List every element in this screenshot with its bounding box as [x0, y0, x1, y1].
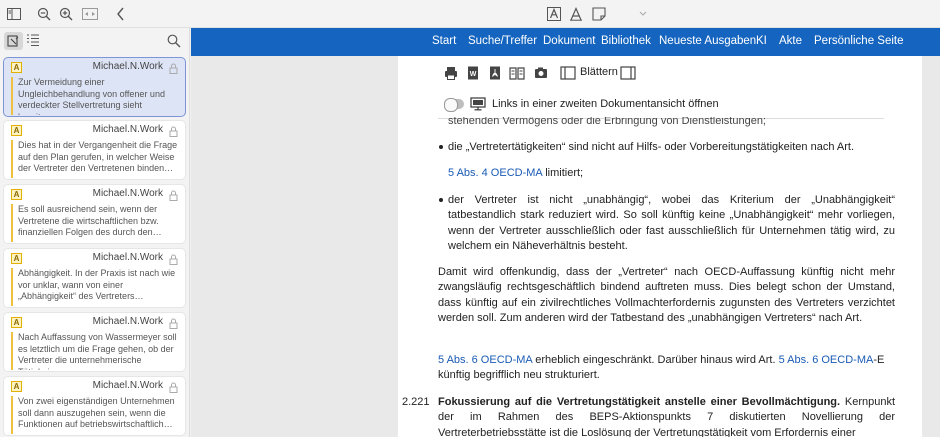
annotation-card[interactable]: A Michael.N.Work Zur Vermeidung einer Ungl… [3, 57, 186, 117]
annotation-excerpt: Abhängigkeit. In der Praxis ist nach wie… [11, 268, 179, 306]
annotation-excerpt: Nach Auffassung von Wassermeyer soll es … [11, 332, 179, 370]
document-page: W Blättern Links in einer zweiten Dokume… [398, 56, 922, 437]
monitor-icon [470, 97, 486, 111]
article-link[interactable]: 5 Abs. 6 OECD-MA [779, 354, 874, 366]
section-number: 2.221 [402, 396, 430, 408]
bullet-item-1-continuation: 5 Abs. 4 OECD-MA limitiert; [448, 166, 888, 181]
top-toolbar [0, 0, 940, 28]
section-paragraph: Fokussierung auf die Vertretungstätigkei… [438, 395, 895, 437]
nav-item-bibliothek[interactable]: Bibliothek [601, 35, 651, 47]
book-icon[interactable] [509, 66, 525, 80]
cutoff-line: stehenden Vermögens oder die Erbringung … [448, 115, 766, 127]
annotation-excerpt: Zur Vermeidung einer Ungleichbehandlung … [11, 77, 179, 115]
article-link[interactable]: 5 Abs. 4 OECD-MA [448, 167, 542, 179]
annotation-excerpt: Von zwei eigenständigen Unternehmen soll… [11, 396, 179, 434]
svg-text:W: W [470, 71, 477, 78]
word-export-icon[interactable]: W [466, 66, 480, 80]
main-navigation: Start Suche/Treffer Dokument Bibliothek Neue… [191, 28, 940, 56]
annotation-excerpt: Dies hat in der Vergangenheit die Frage … [11, 140, 179, 178]
annotation-card[interactable]: A Michael.N.Work Dies hat in der Vergangen… [3, 120, 186, 180]
paragraph-2: 5 Abs. 6 OECD-MA erheblich eingeschränkt… [438, 353, 895, 384]
highlight-icon: A [11, 253, 22, 264]
paragraph-2-mid: erheblich eingeschränkt. Darüber hinaus … [532, 354, 779, 366]
nav-item-suche-treffer[interactable]: Suche/Treffer [468, 35, 537, 47]
article-link[interactable]: 5 Abs. 6 OECD-MA [438, 354, 532, 366]
browse-left-icon[interactable] [560, 66, 576, 80]
nav-item-dokument[interactable]: Dokument [543, 35, 595, 47]
annotation-card[interactable]: A Michael.N.Work Von zwei eigenständigen U… [3, 376, 186, 436]
bullet-item-1-tail: limitiert; [542, 167, 584, 179]
bullet-marker [439, 145, 443, 149]
second-view-toggle[interactable] [444, 98, 464, 112]
print-icon[interactable] [444, 66, 458, 80]
annotation-author: Michael.N.Work [92, 61, 163, 72]
zoom-in-icon[interactable] [56, 4, 76, 24]
nav-item-neueste-ausgaben[interactable]: Neueste Ausgaben [659, 35, 756, 47]
nav-item-start[interactable]: Start [432, 35, 456, 47]
camera-icon[interactable] [534, 66, 548, 80]
list-view-icon[interactable] [26, 33, 40, 52]
note-icon[interactable] [589, 4, 609, 24]
highlight-icon: A [11, 62, 22, 73]
highlight-icon: A [11, 189, 22, 200]
annotations-view-button[interactable] [4, 32, 23, 50]
annotation-author: Michael.N.Work [92, 316, 163, 327]
annotation-author: Michael.N.Work [92, 252, 163, 263]
annotation-card[interactable]: A Michael.N.Work Abhängigkeit. In der Prax… [3, 248, 186, 308]
document-area: W Blättern Links in einer zweiten Dokume… [191, 56, 940, 437]
annotations-sidebar: A Michael.N.Work Zur Vermeidung einer Ungl… [0, 28, 190, 437]
text-a-icon[interactable] [566, 4, 586, 24]
sidebar-toggle-icon[interactable] [4, 4, 24, 24]
highlight-icon: A [11, 381, 22, 392]
annotation-card[interactable]: A Michael.N.Work Es soll ausreichend sein,… [3, 184, 186, 244]
document-tools: W Blättern Links in einer zweiten Dokume… [398, 56, 922, 116]
browse-label[interactable]: Blättern [580, 66, 618, 78]
second-view-label: Links in einer zweiten Dokumentansicht ö… [492, 98, 719, 110]
zoom-out-icon[interactable] [34, 4, 54, 24]
nav-item-ki[interactable]: KI [756, 35, 767, 47]
bullet-item-1: die „Vertretertätigkeiten“ sind nicht au… [448, 141, 854, 153]
highlight-icon: A [11, 317, 22, 328]
section-heading: Fokussierung auf die Vertretungstätigkei… [438, 396, 841, 408]
chevron-down-icon[interactable] [633, 4, 653, 24]
pdf-export-icon[interactable] [488, 66, 502, 80]
nav-item-akte[interactable]: Akte [779, 35, 802, 47]
bullet-marker [439, 198, 443, 202]
annotation-card[interactable]: A Michael.N.Work Nach Auffassung von Wasse… [3, 312, 186, 372]
annotation-author: Michael.N.Work [92, 188, 163, 199]
paragraph-1: Damit wird offenkundig, dass der „Vertre… [438, 266, 895, 325]
text-style-a-icon[interactable] [544, 4, 564, 24]
back-icon[interactable] [111, 4, 131, 24]
search-icon[interactable] [167, 34, 181, 53]
browse-right-icon[interactable] [620, 66, 636, 80]
nav-item-persönliche-seite[interactable]: Persönliche Seite [814, 35, 904, 47]
annotation-excerpt: Es soll ausreichend sein, wenn der Vertr… [11, 204, 179, 242]
fit-width-icon[interactable] [80, 4, 100, 24]
sidebar-header [0, 28, 190, 56]
highlight-icon: A [11, 125, 22, 136]
annotation-author: Michael.N.Work [92, 380, 163, 391]
annotation-author: Michael.N.Work [92, 124, 163, 135]
bullet-item-2: der Vertreter ist nicht „unabhängig“, wo… [448, 194, 895, 253]
